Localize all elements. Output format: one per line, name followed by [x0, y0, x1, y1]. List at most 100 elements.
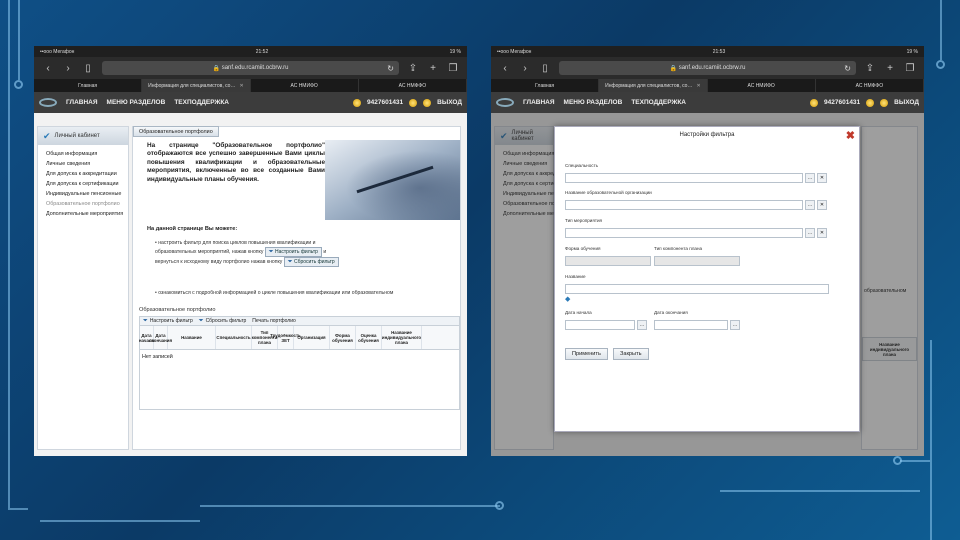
tabs-icon[interactable]: ❐ [904, 63, 916, 74]
sidebar-item[interactable]: Личные сведения [46, 159, 128, 169]
component-select[interactable] [654, 256, 740, 266]
dialog-title: Настройки фильтра ✖ [555, 127, 859, 143]
calendar-button[interactable]: … [730, 320, 740, 330]
date-end-field[interactable] [654, 320, 728, 330]
circuit-line [940, 0, 942, 60]
apply-button[interactable]: Применить [565, 348, 608, 360]
name-field[interactable] [565, 284, 829, 294]
column-header[interactable]: Название индивидуального плана [382, 326, 422, 349]
lock-icon: 🔒 [669, 65, 679, 72]
column-header[interactable]: Трудоёмкость ЗЕТ [270, 326, 301, 349]
calendar-button[interactable]: … [637, 320, 647, 330]
address-bar[interactable]: 🔒 sanf.edu.rcamiit.ocbrw.ru ↻ [102, 61, 399, 75]
forward-icon[interactable]: › [519, 63, 531, 74]
browser-tab[interactable]: Главная [491, 79, 600, 92]
logout-link[interactable]: ВЫХОД [894, 99, 919, 106]
info-block: На странице "Образовательное портфолио" … [133, 140, 460, 300]
column-header[interactable]: Оценка обучения [356, 326, 382, 349]
browser-tab[interactable]: Главная [34, 79, 143, 92]
status-bar: ••ooo Мегафон 21:53 19 % [491, 46, 924, 57]
site-logo[interactable] [39, 98, 57, 107]
dialog-title-text: Настройки фильтра [679, 132, 735, 138]
share-icon[interactable]: ⇪ [864, 63, 876, 74]
close-icon[interactable]: ✖ [846, 129, 855, 142]
column-header[interactable]: Организация [294, 326, 330, 349]
reload-icon[interactable]: ↻ [844, 64, 851, 73]
close-button[interactable]: Закрыть [613, 348, 649, 360]
clear-button[interactable]: ✕ [817, 228, 827, 238]
new-tab-icon[interactable]: + [427, 63, 439, 74]
clear-button[interactable]: ✕ [817, 200, 827, 210]
nav-support[interactable]: ТЕХПОДДЕРЖКА [631, 99, 686, 106]
circuit-node [495, 501, 504, 510]
organization-field[interactable] [565, 200, 803, 210]
column-header[interactable]: Название [168, 326, 216, 349]
new-tab-icon[interactable]: + [884, 63, 896, 74]
browse-button[interactable]: … [805, 173, 815, 183]
user-phone: 9427601431 [824, 99, 861, 106]
browse-button[interactable]: … [805, 228, 815, 238]
tabs-icon[interactable]: ❐ [447, 63, 459, 74]
site-logo[interactable] [496, 98, 514, 107]
settings-icon[interactable] [880, 98, 889, 107]
close-tab-icon[interactable]: ✕ [696, 83, 700, 89]
configure-filter-button[interactable]: ⏷ Настроить фильтр [264, 247, 322, 257]
browser-tab[interactable]: АС НМИФО [251, 79, 359, 92]
site-header: ГЛАВНАЯ МЕНЮ РАЗДЕЛОВ ТЕХПОДДЕРЖКА 94276… [34, 92, 467, 113]
browser-tab[interactable]: АС НМФФО [816, 79, 924, 92]
form-select[interactable] [565, 256, 651, 266]
browser-tabs: Главная Информация для специалистов, со…… [34, 79, 467, 92]
circuit-node [893, 456, 902, 465]
browser-tab-active[interactable]: Информация для специалистов, со… ✕ [142, 79, 251, 92]
browse-button[interactable]: … [805, 200, 815, 210]
date-start-field[interactable] [565, 320, 635, 330]
search-icon[interactable] [409, 98, 418, 107]
nav-home[interactable]: ГЛАВНАЯ [66, 99, 98, 106]
settings-icon[interactable] [423, 98, 432, 107]
battery: 19 % [906, 48, 918, 55]
toolbar-label: Сбросить фильтр [205, 318, 247, 324]
back-icon[interactable]: ‹ [42, 63, 54, 74]
browser-tab[interactable]: АС НМИФО [708, 79, 816, 92]
specialty-field[interactable] [565, 173, 803, 183]
on-page-heading: На данной странице Вы можете: [147, 226, 238, 232]
toolbar-label: Печать портфолио [252, 318, 296, 324]
type-field[interactable] [565, 228, 803, 238]
toolbar-print[interactable]: Печать портфолио [252, 318, 296, 324]
column-header[interactable]: Дата окончания [149, 326, 172, 349]
sidebar-item[interactable]: Дополнительные мероприятия [46, 209, 128, 219]
toolbar-configure-filter[interactable]: ⏷ Настроить фильтр [143, 318, 193, 325]
nav-sections[interactable]: МЕНЮ РАЗДЕЛОВ [564, 99, 623, 106]
nav-home[interactable]: ГЛАВНАЯ [523, 99, 555, 106]
forward-icon[interactable]: › [62, 63, 74, 74]
reload-icon[interactable]: ↻ [387, 64, 394, 73]
tab-label: Главная [78, 82, 98, 89]
search-icon[interactable] [866, 98, 875, 107]
sidebar-item[interactable]: Индивидуальные пенсионные [46, 189, 128, 199]
sidebar-item[interactable]: Общая информация [46, 149, 128, 159]
tab-portfolio[interactable]: Образовательное портфолио [133, 126, 219, 137]
close-tab-icon[interactable]: ✕ [239, 83, 243, 89]
filter-settings-dialog: Настройки фильтра ✖ Специальность … ✕ На… [554, 126, 860, 432]
nav-sections[interactable]: МЕНЮ РАЗДЕЛОВ [107, 99, 166, 106]
browser-tab[interactable]: АС НМФФО [359, 79, 467, 92]
column-header[interactable]: Форма обучения [330, 326, 356, 349]
sidebar-item[interactable]: Для допуска к аккредитации [46, 169, 128, 179]
browser-tab-active[interactable]: Информация для специалистов, со… ✕ [599, 79, 708, 92]
circuit-line [40, 520, 200, 522]
share-icon[interactable]: ⇪ [407, 63, 419, 74]
nav-support[interactable]: ТЕХПОДДЕРЖКА [174, 99, 229, 106]
sidebar-item[interactable]: Для допуска к сертификации [46, 179, 128, 189]
sidebar-item-portfolio[interactable]: Образовательное портфолио [46, 199, 128, 209]
address-bar[interactable]: 🔒 sanf.edu.rcamiit.ocbrw.ru ↻ [559, 61, 856, 75]
bookmarks-icon[interactable]: ▯ [539, 63, 551, 74]
bookmarks-icon[interactable]: ▯ [82, 63, 94, 74]
toolbar-reset-filter[interactable]: ⏷ Сбросить фильтр [199, 318, 247, 325]
column-header[interactable]: Специальность [216, 326, 252, 349]
reset-filter-button[interactable]: ⏷ Сбросить фильтр [283, 257, 339, 267]
clear-button[interactable]: ✕ [817, 173, 827, 183]
bullet-details: • ознакомиться с подробной информацией о… [155, 290, 394, 296]
logout-link[interactable]: ВЫХОД [437, 99, 462, 106]
url-text: sanf.edu.rcamiit.ocbrw.ru [221, 65, 289, 71]
back-icon[interactable]: ‹ [499, 63, 511, 74]
